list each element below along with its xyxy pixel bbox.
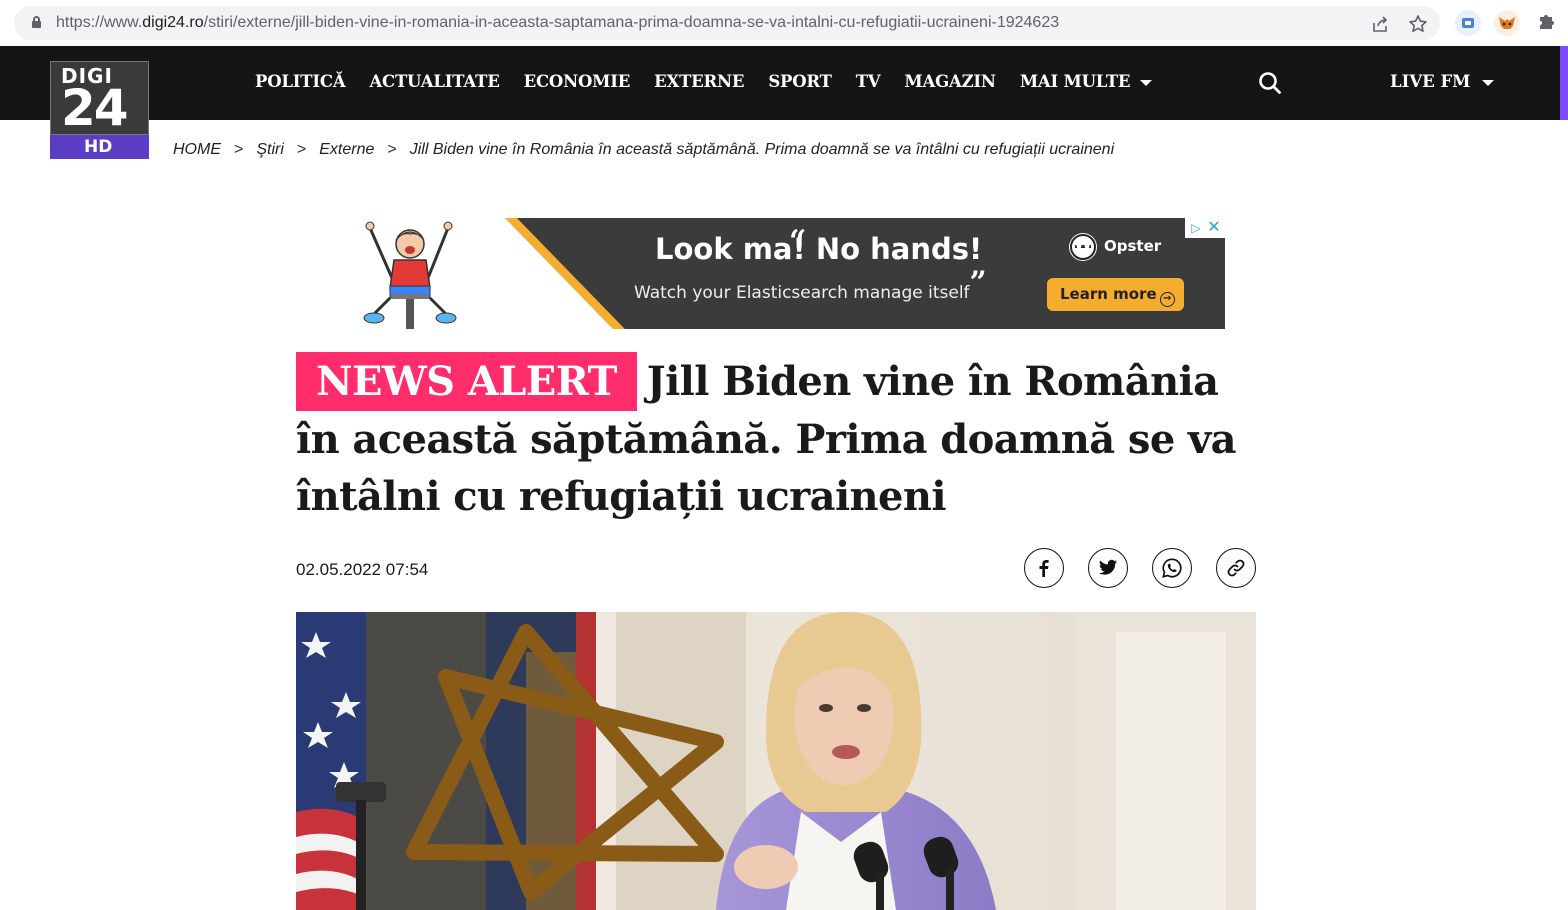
- url-host: digi24.ro: [142, 14, 204, 31]
- browser-toolbar: https://www.digi24.ro/stiri/externe/jill…: [0, 0, 1568, 46]
- site-logo[interactable]: DIGI 24 HD: [50, 61, 149, 159]
- logo-24: 24: [61, 79, 129, 137]
- share-facebook-button[interactable]: [1024, 548, 1064, 588]
- live-fm-button[interactable]: LIVE FM: [1390, 72, 1495, 91]
- breadcrumb-current: Jill Biden vine în România în această să…: [409, 141, 1115, 158]
- breadcrumb-home[interactable]: HOME: [173, 141, 221, 158]
- article-title: NEWS ALERT Jill Biden vine în România în …: [296, 352, 1271, 525]
- ad-headline: Look ma! No hands!: [655, 232, 983, 266]
- logo-top: DIGI 24: [50, 61, 149, 137]
- metamask-icon[interactable]: [1494, 10, 1520, 36]
- breadcrumb-stiri[interactable]: Ştiri: [256, 141, 284, 158]
- share-twitter-button[interactable]: [1088, 548, 1128, 588]
- url-prefix: https://www.: [56, 14, 143, 31]
- nav-mai-multe[interactable]: MAI MULTE: [1020, 72, 1153, 91]
- opster-logo-icon: [1069, 233, 1097, 261]
- ad-cta-label: Learn more: [1060, 285, 1157, 303]
- breadcrumb-separator: >: [234, 141, 244, 158]
- extension-icon[interactable]: [1455, 10, 1481, 36]
- ad-learn-more-button[interactable]: Learn more →: [1047, 278, 1184, 311]
- main-nav: POLITICĂ ACTUALITATE ECONOMIE EXTERNE SP…: [255, 72, 1176, 91]
- ad-subline: Watch your Elasticsearch manage itself: [634, 283, 970, 303]
- link-icon: [1227, 559, 1245, 577]
- chevron-down-icon: [1140, 79, 1153, 86]
- url-text[interactable]: https://www.digi24.ro/stiri/externe/jill…: [56, 14, 1059, 32]
- ad-choices[interactable]: ▷ ✕: [1185, 218, 1225, 238]
- search-icon[interactable]: [1258, 71, 1282, 95]
- ad-brand: Opster: [1104, 237, 1162, 255]
- star-icon[interactable]: [1406, 14, 1430, 38]
- article-photo: [296, 612, 1256, 910]
- puzzle-icon[interactable]: [1535, 11, 1559, 35]
- article-datetime: 02.05.2022 07:54: [296, 560, 429, 579]
- facebook-icon: [1039, 560, 1049, 577]
- nav-actualitate[interactable]: ACTUALITATE: [369, 72, 499, 91]
- ad-banner: “ Look ma! No hands! „ Watch your Elasti…: [505, 218, 1225, 329]
- nav-tv[interactable]: TV: [856, 72, 881, 91]
- breadcrumb-externe[interactable]: Externe: [319, 141, 374, 158]
- quote-close-icon: „: [970, 248, 988, 283]
- lock-icon[interactable]: [32, 16, 41, 28]
- ad-cartoon-image: [340, 218, 505, 329]
- twitter-icon: [1098, 559, 1118, 575]
- adchoices-icon[interactable]: ▷: [1188, 220, 1204, 236]
- advertisement[interactable]: “ Look ma! No hands! „ Watch your Elasti…: [340, 218, 1225, 329]
- ad-stripe: [505, 218, 625, 329]
- news-alert-badge: NEWS ALERT: [296, 352, 637, 411]
- share-icon[interactable]: [1368, 14, 1392, 38]
- nav-economie[interactable]: ECONOMIE: [524, 72, 631, 91]
- nav-externe[interactable]: EXTERNE: [654, 72, 744, 91]
- close-icon[interactable]: ✕: [1206, 219, 1222, 235]
- copy-link-button[interactable]: [1216, 548, 1256, 588]
- nav-magazin[interactable]: MAGAZIN: [904, 72, 996, 91]
- chevron-down-icon: [1482, 79, 1495, 86]
- share-whatsapp-button[interactable]: [1152, 548, 1192, 588]
- live-fm-label: LIVE FM: [1390, 72, 1471, 91]
- nav-mai-multe-label: MAI MULTE: [1019, 72, 1131, 91]
- arrow-right-icon: →: [1159, 292, 1175, 307]
- logo-hd: HD: [50, 135, 149, 159]
- scroll-accent: [1560, 46, 1568, 120]
- url-path: /stiri/externe/jill-biden-vine-in-romani…: [203, 14, 1060, 31]
- breadcrumb: HOME > Ştiri > Externe > Jill Biden vine în Ro…: [173, 141, 1114, 159]
- whatsapp-icon: [1162, 558, 1182, 578]
- address-bar[interactable]: https://www.digi24.ro/stiri/externe/jill…: [14, 6, 1440, 40]
- nav-politica[interactable]: POLITICĂ: [255, 72, 346, 91]
- breadcrumb-separator: >: [387, 141, 397, 158]
- breadcrumb-separator: >: [296, 141, 307, 158]
- nav-sport[interactable]: SPORT: [768, 72, 832, 91]
